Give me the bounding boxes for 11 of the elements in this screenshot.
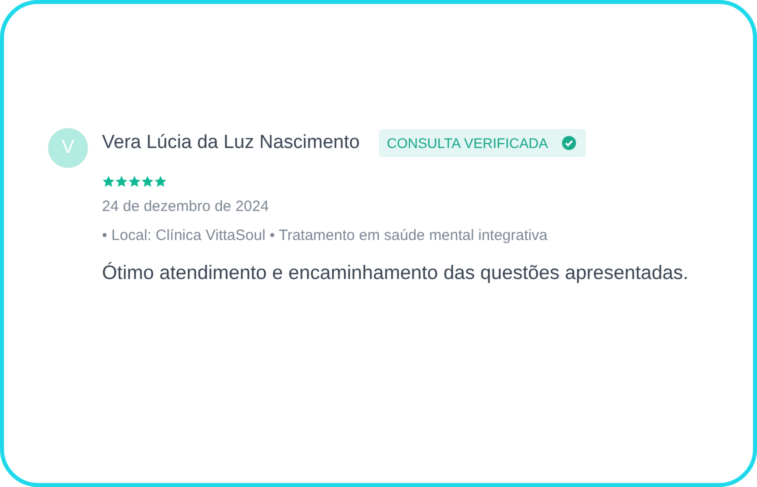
star-icon	[102, 175, 115, 188]
author-name: Vera Lúcia da Luz Nascimento	[102, 132, 360, 154]
review-date: 24 de dezembro de 2024	[102, 198, 270, 215]
star-icon	[115, 175, 128, 188]
review-text: Ótimo atendimento e encaminhamento das questões apresentadas.	[102, 262, 688, 285]
badge-label: CONSULTA VERIFICADA	[386, 135, 548, 151]
review-details: • Local: Clínica VittaSoul • Tratamento em saúde mental integrativa	[102, 227, 548, 244]
star-icon	[154, 175, 167, 188]
avatar: V	[48, 128, 88, 168]
star-icon	[128, 175, 141, 188]
star-icon	[141, 175, 154, 188]
